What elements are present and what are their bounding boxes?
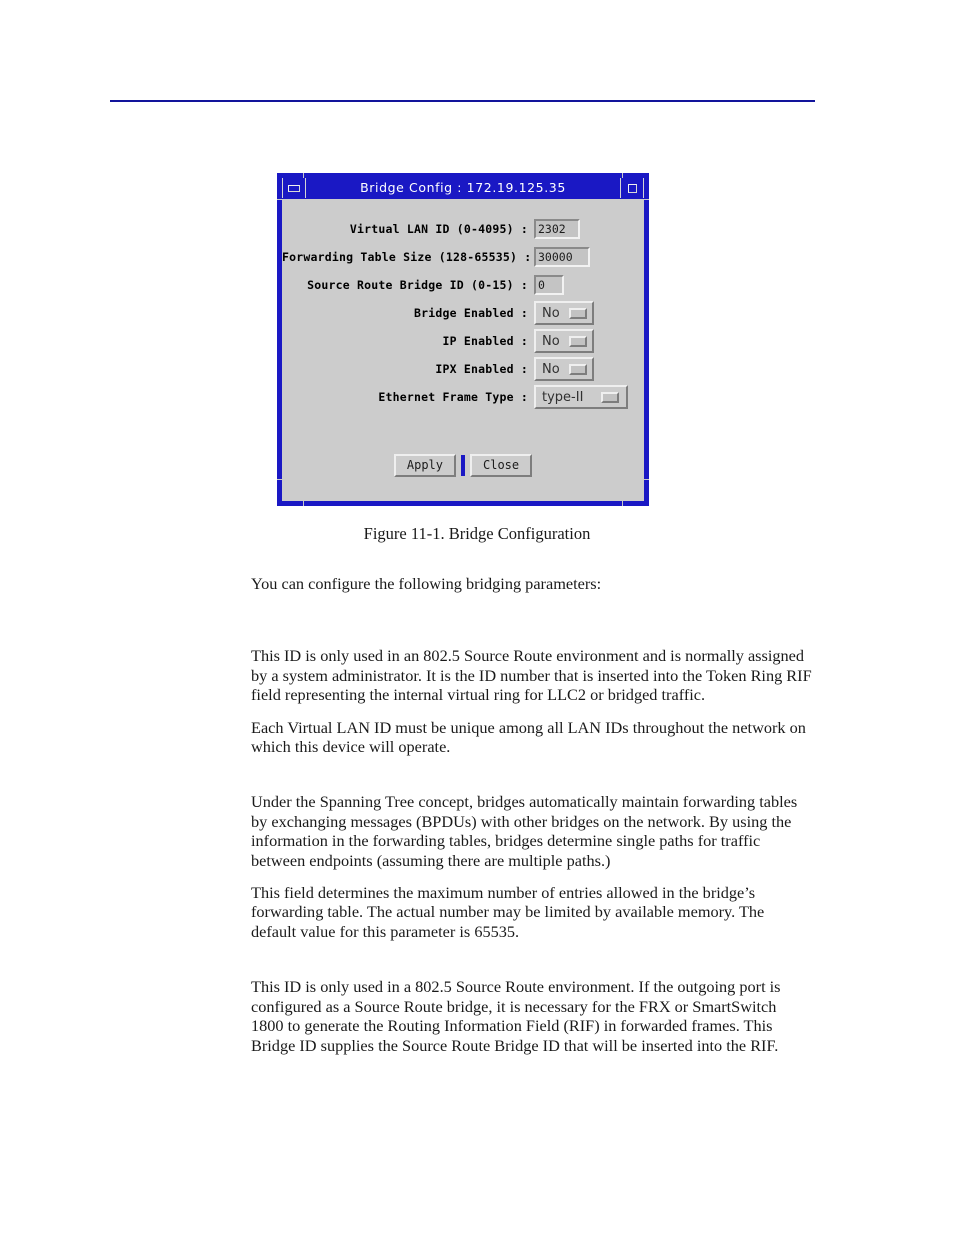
form-row-bridge-enabled: Bridge Enabled : No — [282, 299, 644, 327]
ipx-enabled-dropdown[interactable]: No — [534, 357, 594, 381]
ip-enabled-value: No — [542, 333, 560, 349]
ip-enabled-label: IP Enabled : — [442, 334, 528, 348]
window-title: Bridge Config : 172.19.125.35 — [360, 180, 566, 195]
bridge-config-window: Bridge Config : 172.19.125.35 Virtual LA… — [277, 173, 649, 506]
paragraph-5: This ID is only used in a 802.5 Source R… — [251, 977, 781, 1055]
paragraph-2: Each Virtual LAN ID must be unique among… — [251, 717, 806, 757]
bridge-enabled-label: Bridge Enabled : — [414, 306, 528, 320]
window-titlebar[interactable]: Bridge Config : 172.19.125.35 — [282, 178, 644, 199]
ethernet-frame-type-value: type-II — [542, 389, 584, 405]
dropdown-indicator-icon — [568, 307, 587, 319]
dropdown-indicator-icon — [601, 391, 620, 403]
minimize-icon — [288, 184, 300, 192]
bridge-enabled-value: No — [542, 305, 560, 321]
paragraph-1: This ID is only used in an 802.5 Source … — [251, 646, 812, 705]
ipx-enabled-value: No — [542, 361, 560, 377]
maximize-icon — [627, 183, 637, 193]
close-button[interactable]: Close — [470, 454, 533, 477]
form-row-ip-enabled: IP Enabled : No — [282, 327, 644, 355]
forwarding-table-size-label: Forwarding Table Size (128-65535) : — [282, 250, 532, 264]
section-heading-forwarding-table-size — [251, 769, 813, 792]
focus-indicator — [461, 455, 465, 476]
bridge-config-form: Virtual LAN ID (0-4095) : 2302 Forwardin… — [282, 215, 644, 411]
virtual-lan-id-input[interactable]: 2302 — [534, 219, 580, 239]
figure-caption: Figure 11-1. Bridge Configuration — [363, 524, 591, 543]
form-row-ethernet-frame-type: Ethernet Frame Type : type-II — [282, 383, 644, 411]
form-row-ipx-enabled: IPX Enabled : No — [282, 355, 644, 383]
dialog-client-area: Virtual LAN ID (0-4095) : 2302 Forwardin… — [282, 199, 644, 501]
window-resize-handle-right-top[interactable] — [644, 173, 649, 200]
lead-paragraph: You can configure the following bridging… — [251, 574, 602, 593]
section-heading-virtual-lan-id — [251, 623, 813, 646]
apply-button[interactable]: Apply — [393, 454, 456, 477]
minimize-button[interactable] — [282, 178, 306, 198]
form-row-source-route-bridge-id: Source Route Bridge ID (0-15) : 0 — [282, 271, 644, 299]
ip-enabled-dropdown[interactable]: No — [534, 329, 594, 353]
body-copy: You can configure the following bridging… — [251, 574, 813, 1068]
virtual-lan-id-label: Virtual LAN ID (0-4095) : — [349, 222, 528, 236]
paragraph-4: This field determines the maximum number… — [251, 883, 765, 941]
maximize-button[interactable] — [620, 178, 644, 198]
page-header-rule — [110, 100, 815, 102]
ipx-enabled-label: IPX Enabled : — [435, 362, 528, 376]
dropdown-indicator-icon — [568, 363, 587, 375]
window-resize-handle-right-bottom[interactable] — [644, 479, 649, 506]
source-route-bridge-id-input[interactable]: 0 — [534, 275, 564, 295]
ethernet-frame-type-dropdown[interactable]: type-II — [534, 385, 629, 409]
dropdown-indicator-icon — [568, 335, 587, 347]
ethernet-frame-type-label: Ethernet Frame Type : — [378, 390, 528, 404]
forwarding-table-size-input[interactable]: 30000 — [534, 247, 590, 267]
bridge-enabled-dropdown[interactable]: No — [534, 301, 594, 325]
paragraph-3: Under the Spanning Tree concept, bridges… — [251, 792, 798, 870]
form-row-forwarding-table-size: Forwarding Table Size (128-65535) : 3000… — [282, 243, 644, 271]
form-row-virtual-lan-id: Virtual LAN ID (0-4095) : 2302 — [282, 215, 644, 243]
source-route-bridge-id-label: Source Route Bridge ID (0-15) : — [307, 278, 528, 292]
dialog-button-row: Apply Close — [282, 454, 644, 477]
section-heading-source-route-bridge-id — [251, 954, 813, 977]
